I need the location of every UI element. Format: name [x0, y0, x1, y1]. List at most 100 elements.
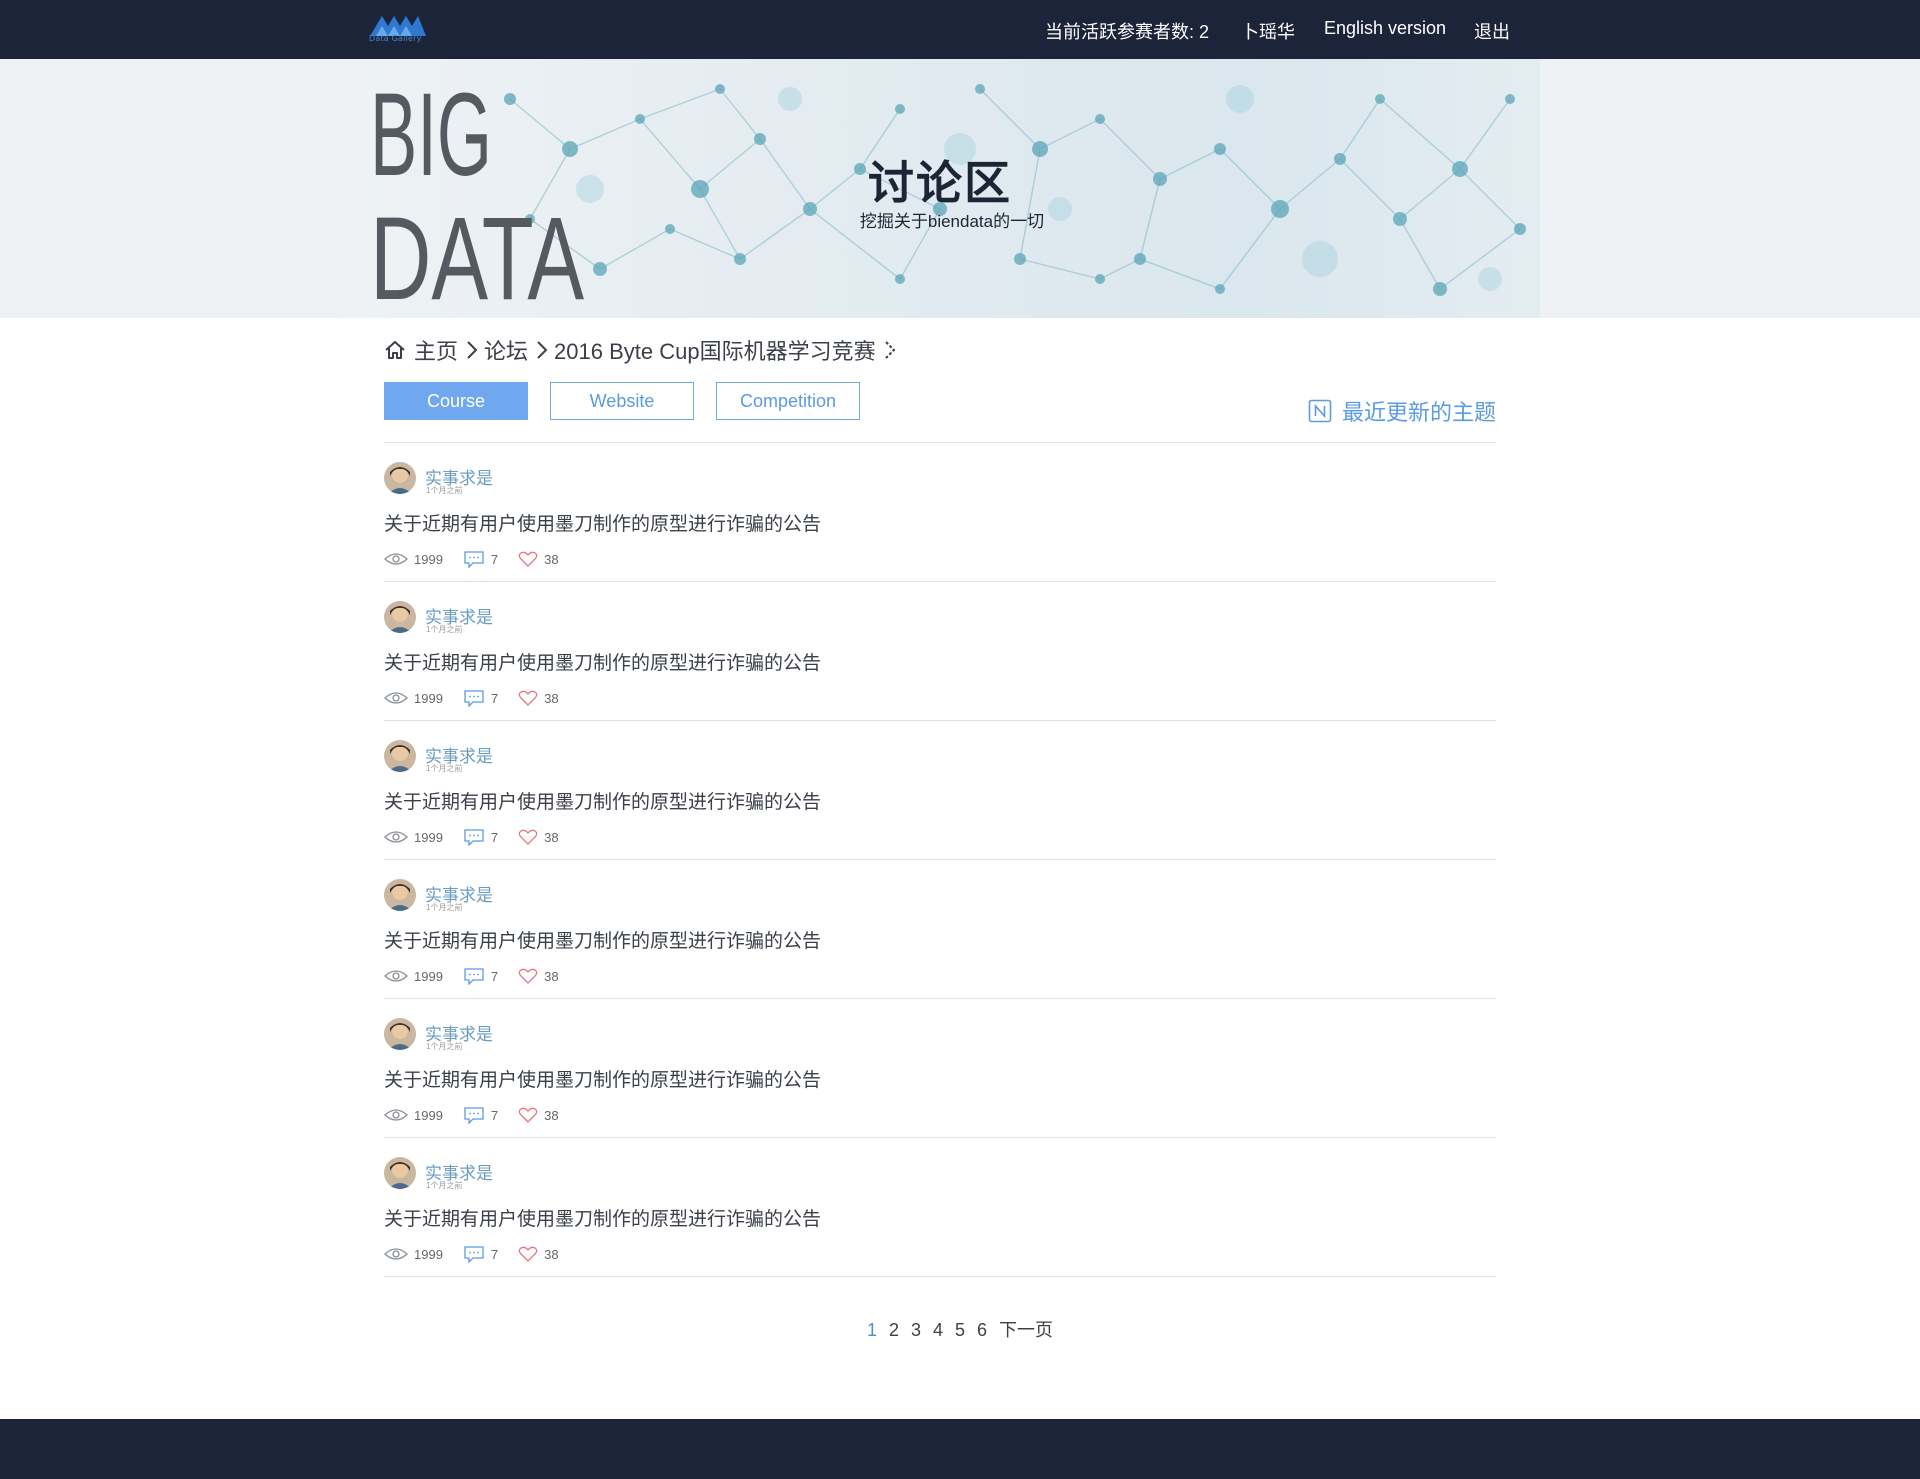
- comment-icon: [464, 829, 484, 846]
- avatar[interactable]: [384, 1018, 416, 1050]
- comments-count: 7: [490, 968, 499, 984]
- views-stat: 1999: [384, 1247, 443, 1262]
- comment-icon: [464, 968, 484, 985]
- divider: [384, 998, 1496, 999]
- home-icon[interactable]: [384, 339, 406, 361]
- pagination: 1 2 3 4 5 6 下一页: [0, 1316, 1920, 1342]
- page-link-1[interactable]: 1: [867, 1320, 877, 1341]
- comments-stat: 7: [463, 1106, 498, 1124]
- comments-count: 7: [490, 1107, 499, 1123]
- breadcrumb-competition-link[interactable]: 2016 Byte Cup国际机器学习竞赛: [554, 334, 876, 366]
- logout-link[interactable]: 退出: [1474, 18, 1510, 44]
- recent-topics-label: 最近更新的主题: [1341, 400, 1496, 425]
- comments-stat: 7: [463, 550, 498, 568]
- footer: [0, 1419, 1920, 1479]
- divider: [384, 859, 1496, 860]
- likes-count: 38: [544, 1107, 559, 1123]
- comments-stat: 7: [463, 967, 498, 985]
- eye-icon: [384, 970, 408, 982]
- views-stat: 1999: [384, 552, 443, 567]
- views-stat: 1999: [384, 969, 443, 984]
- logo-text: Data Gallery: [369, 34, 422, 43]
- post-title[interactable]: 关于近期有用户使用墨刀制作的原型进行诈骗的公告: [384, 926, 821, 953]
- post-stats: 1999 7 38: [384, 967, 579, 985]
- avatar[interactable]: [384, 1157, 416, 1189]
- likes-stat[interactable]: 38: [518, 968, 559, 984]
- tab-course[interactable]: Course: [384, 382, 528, 420]
- likes-stat[interactable]: 38: [518, 1246, 559, 1262]
- heart-icon[interactable]: [518, 690, 538, 706]
- top-navbar: Data Gallery 当前活跃参赛者数: 2 卜瑶华 English ver…: [0, 0, 1920, 59]
- page-link-3[interactable]: 3: [911, 1320, 921, 1341]
- likes-stat[interactable]: 38: [518, 551, 559, 567]
- divider: [384, 1276, 1496, 1277]
- views-stat: 1999: [384, 830, 443, 845]
- post-title[interactable]: 关于近期有用户使用墨刀制作的原型进行诈骗的公告: [384, 1065, 821, 1092]
- views-stat: 1999: [384, 691, 443, 706]
- views-count: 1999: [414, 551, 443, 567]
- tab-website[interactable]: Website: [550, 382, 694, 420]
- post-time: 1个月之前: [426, 486, 463, 495]
- divider: [384, 720, 1496, 721]
- english-version-link[interactable]: English version: [1324, 18, 1446, 39]
- likes-stat[interactable]: 38: [518, 690, 559, 706]
- post-time: 1个月之前: [426, 1181, 463, 1190]
- post-title[interactable]: 关于近期有用户使用墨刀制作的原型进行诈骗的公告: [384, 648, 821, 675]
- breadcrumb-forum-link[interactable]: 论坛: [484, 334, 528, 366]
- chevron-right-icon: [537, 341, 548, 359]
- post-time: 1个月之前: [426, 764, 463, 773]
- views-stat: 1999: [384, 1108, 443, 1123]
- divider: [384, 442, 1496, 443]
- page-link-5[interactable]: 5: [955, 1320, 965, 1341]
- comment-icon: [464, 551, 484, 568]
- banner-title: 讨论区: [868, 157, 1012, 209]
- likes-count: 38: [544, 968, 559, 984]
- breadcrumb-home-link[interactable]: 主页: [414, 334, 458, 366]
- next-page-link[interactable]: 下一页: [999, 1316, 1053, 1342]
- views-count: 1999: [414, 690, 443, 706]
- chevron-right-icon: [467, 341, 478, 359]
- post-title[interactable]: 关于近期有用户使用墨刀制作的原型进行诈骗的公告: [384, 787, 821, 814]
- tab-competition[interactable]: Competition: [716, 382, 860, 420]
- likes-stat[interactable]: 38: [518, 1107, 559, 1123]
- heart-icon[interactable]: [518, 968, 538, 984]
- post-stats: 1999 7 38: [384, 689, 579, 707]
- likes-stat[interactable]: 38: [518, 829, 559, 845]
- chevron-right-icon: [884, 341, 895, 359]
- page-link-2[interactable]: 2: [889, 1320, 899, 1341]
- avatar[interactable]: [384, 879, 416, 911]
- divider: [384, 1137, 1496, 1138]
- eye-icon: [384, 1109, 408, 1121]
- post-time: 1个月之前: [426, 625, 463, 634]
- post-time: 1个月之前: [426, 1042, 463, 1051]
- heart-icon[interactable]: [518, 1107, 538, 1123]
- avatar[interactable]: [384, 462, 416, 494]
- page-link-6[interactable]: 6: [977, 1320, 987, 1341]
- avatar[interactable]: [384, 740, 416, 772]
- post-stats: 1999 7 38: [384, 550, 579, 568]
- post-stats: 1999 7 38: [384, 1245, 579, 1263]
- new-topic-icon: [1308, 399, 1332, 423]
- avatar[interactable]: [384, 601, 416, 633]
- heart-icon[interactable]: [518, 551, 538, 567]
- likes-count: 38: [544, 1246, 559, 1262]
- comments-stat: 7: [463, 689, 498, 707]
- breadcrumb: 主页 论坛 2016 Byte Cup国际机器学习竞赛: [384, 334, 902, 366]
- comments-count: 7: [490, 1246, 499, 1262]
- eye-icon: [384, 831, 408, 843]
- post-title[interactable]: 关于近期有用户使用墨刀制作的原型进行诈骗的公告: [384, 1204, 821, 1231]
- likes-count: 38: [544, 690, 559, 706]
- forum-banner: BIG DATA 讨论区 挖掘关于biendata的一切: [340, 59, 1540, 318]
- heart-icon[interactable]: [518, 829, 538, 845]
- views-count: 1999: [414, 1107, 443, 1123]
- views-count: 1999: [414, 968, 443, 984]
- mountain-logo-icon[interactable]: [368, 10, 428, 50]
- heart-icon[interactable]: [518, 1246, 538, 1262]
- active-participants-count: 当前活跃参赛者数: 2: [1045, 22, 1210, 42]
- user-name-link[interactable]: 卜瑶华: [1241, 18, 1295, 44]
- eye-icon: [384, 553, 408, 565]
- recent-topics-link[interactable]: 最近更新的主题: [1308, 395, 1496, 427]
- post-title[interactable]: 关于近期有用户使用墨刀制作的原型进行诈骗的公告: [384, 509, 821, 536]
- views-count: 1999: [414, 1246, 443, 1262]
- page-link-4[interactable]: 4: [933, 1320, 943, 1341]
